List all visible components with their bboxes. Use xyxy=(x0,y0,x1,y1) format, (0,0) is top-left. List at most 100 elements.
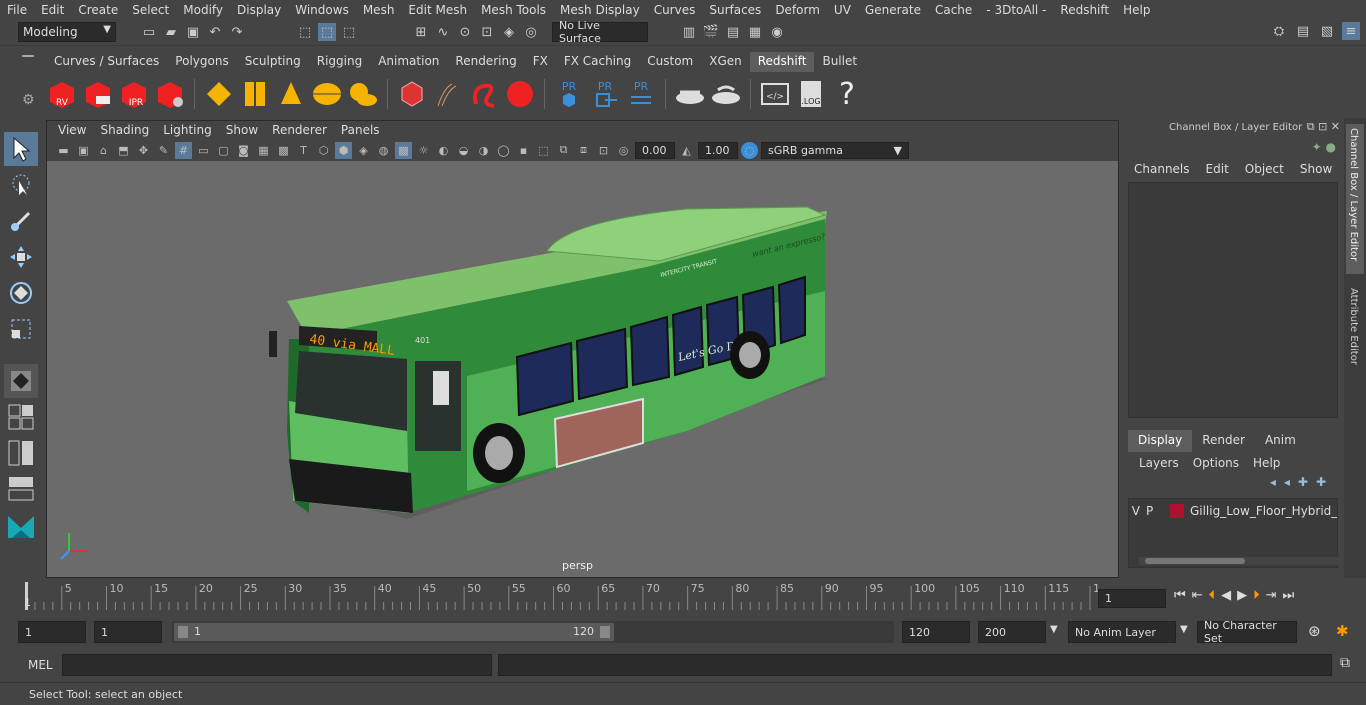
render-settings-icon[interactable]: ▦ xyxy=(746,23,764,41)
layout-outliner-icon[interactable] xyxy=(4,472,38,506)
new-scene-icon[interactable]: ▭ xyxy=(140,23,158,41)
rs-proxy-icon[interactable] xyxy=(396,78,428,110)
tab-fx[interactable]: FX xyxy=(525,52,556,72)
panel-controls-icon[interactable]: ⧉ ⊡ ✕ xyxy=(1307,120,1340,134)
go-to-start-icon[interactable]: ⏮ xyxy=(1174,588,1186,603)
workspace-icon[interactable]: ⛭ xyxy=(1270,22,1288,40)
mel-command-input[interactable] xyxy=(62,654,492,676)
layout-single-icon[interactable] xyxy=(4,400,38,434)
wireframe-icon[interactable]: ⬡ xyxy=(315,142,332,159)
redshift-settings-icon[interactable] xyxy=(154,78,186,110)
redshift-render-icon[interactable] xyxy=(82,78,114,110)
tab-curves-surfaces[interactable]: Curves / Surfaces xyxy=(46,52,167,72)
layers-menu[interactable]: Layers xyxy=(1139,456,1179,470)
show-menu[interactable]: Show xyxy=(1300,162,1332,176)
help-icon[interactable]: ? xyxy=(831,77,863,112)
select-object-icon[interactable]: ⬚ xyxy=(318,23,336,41)
rs-sun-sky-icon[interactable] xyxy=(347,78,379,110)
current-frame-field[interactable]: 1 xyxy=(1098,589,1166,608)
menu-mesh-display[interactable]: Mesh Display xyxy=(553,3,647,17)
render-frame-icon[interactable]: 🎬 xyxy=(702,23,720,41)
script-editor-icon[interactable]: ⧉ xyxy=(1340,655,1350,671)
auto-key-icon[interactable]: ⊛ xyxy=(1308,622,1321,640)
scene-end-field[interactable]: 200 xyxy=(978,621,1046,643)
redshift-render-view-icon[interactable]: RV xyxy=(46,78,78,110)
menu-generate[interactable]: Generate xyxy=(858,3,928,17)
chevron-down-icon[interactable]: ▼ xyxy=(1050,624,1058,635)
menu-edit[interactable]: Edit xyxy=(34,3,71,17)
menu-modify[interactable]: Modify xyxy=(176,3,230,17)
exposure-field[interactable]: 0.00 xyxy=(635,141,675,159)
snap-curve-icon[interactable]: ∿ xyxy=(434,23,452,41)
layer-color-swatch[interactable] xyxy=(1170,504,1184,518)
snap-grid-icon[interactable]: ⊞ xyxy=(412,23,430,41)
character-set-dropdown[interactable]: No Character Set xyxy=(1197,619,1297,645)
menu-display[interactable]: Display xyxy=(230,3,288,17)
shadows-icon[interactable]: ◐ xyxy=(435,142,452,159)
menu-mesh-tools[interactable]: Mesh Tools xyxy=(474,3,553,17)
mel-label[interactable]: MEL xyxy=(28,658,53,672)
safe-action-icon[interactable]: ▩ xyxy=(275,142,292,159)
layer-arrows-icon[interactable]: ◂◂✚✚ xyxy=(1270,475,1334,489)
camera-lock-icon[interactable]: ▣ xyxy=(75,142,92,159)
rs-light-area-icon[interactable] xyxy=(203,78,235,110)
rs-light-dome-icon[interactable] xyxy=(311,78,343,110)
layer-playback[interactable]: P xyxy=(1143,504,1157,518)
safe-title-icon[interactable]: T xyxy=(295,142,312,159)
edit-menu[interactable]: Edit xyxy=(1206,162,1229,176)
snap-live-icon[interactable]: ◎ xyxy=(522,23,540,41)
exposure-icon[interactable]: ◎ xyxy=(615,142,632,159)
smooth-shade-icon[interactable]: ⬢ xyxy=(335,141,352,159)
use-all-lights-icon[interactable]: ☼ xyxy=(415,142,432,159)
menu-curves[interactable]: Curves xyxy=(647,3,703,17)
open-scene-icon[interactable]: ▰ xyxy=(162,23,180,41)
layer-visibility[interactable]: V xyxy=(1129,504,1143,518)
wireframe-on-shaded-icon[interactable]: ◈ xyxy=(355,142,372,159)
tab-fx-caching[interactable]: FX Caching xyxy=(556,52,639,72)
tab-xgen[interactable]: XGen xyxy=(701,52,750,72)
play-backward-icon[interactable]: ◀ xyxy=(1221,588,1231,603)
anti-aliasing-icon[interactable]: ◯ xyxy=(495,142,512,159)
two-d-pan-icon[interactable]: ✥ xyxy=(135,142,152,159)
viewport-menu-renderer[interactable]: Renderer xyxy=(265,123,334,137)
xray-icon[interactable]: ⧉ xyxy=(555,142,572,159)
motion-blur-icon[interactable]: ◑ xyxy=(475,142,492,159)
layer-row[interactable]: V P Gillig_Low_Floor_Hybrid_Bus xyxy=(1129,501,1337,521)
toggle-panel-icon[interactable]: ▤ xyxy=(1294,22,1312,40)
textured-icon[interactable]: ▩ xyxy=(395,141,412,159)
range-handle-start[interactable] xyxy=(178,626,188,638)
go-to-end-icon[interactable]: ⏭ xyxy=(1283,588,1295,603)
grid-icon[interactable]: # xyxy=(175,141,192,159)
layout-icon[interactable]: ▧ xyxy=(1318,22,1336,40)
tab-polygons[interactable]: Polygons xyxy=(167,52,236,72)
color-space-dropdown[interactable]: sGRB gamma ▼ xyxy=(761,141,909,159)
image-plane-icon[interactable]: ⬒ xyxy=(115,142,132,159)
depth-of-field-icon[interactable]: ▪ xyxy=(515,142,532,159)
viewport-scene[interactable]: 40 via MALL 401 Let's Go Dash INTERCITY … xyxy=(47,161,1118,577)
menu-select[interactable]: Select xyxy=(125,3,176,17)
render-view-icon[interactable]: ▥ xyxy=(680,23,698,41)
range-handle-end[interactable] xyxy=(600,626,610,638)
gear-icon[interactable]: ⚙ xyxy=(22,92,35,108)
snap-view-icon[interactable]: ⊡ xyxy=(478,23,496,41)
resolution-gate-icon[interactable]: ▢ xyxy=(215,142,232,159)
object-menu[interactable]: Object xyxy=(1245,162,1284,176)
live-surface-field[interactable]: No Live Surface xyxy=(552,19,648,45)
options-menu[interactable]: Options xyxy=(1193,456,1239,470)
menu-redshift[interactable]: Redshift xyxy=(1053,3,1116,17)
scene-start-field[interactable]: 1 xyxy=(18,621,86,643)
layer-help-menu[interactable]: Help xyxy=(1253,456,1280,470)
pr-export-icon[interactable]: PR xyxy=(589,78,621,110)
tab-channel-box-layer-editor[interactable]: Channel Box / Layer Editor xyxy=(1346,124,1364,274)
menu-help[interactable]: Help xyxy=(1116,3,1157,17)
menu-file[interactable]: File xyxy=(0,3,34,17)
viewport-menu-panels[interactable]: Panels xyxy=(334,123,387,137)
rs-light-portal-icon[interactable] xyxy=(239,78,271,110)
hypershade-icon[interactable]: ◉ xyxy=(768,23,786,41)
color-management-icon[interactable]: ◌ xyxy=(741,141,758,159)
play-forward-icon[interactable]: ▶ xyxy=(1237,588,1247,603)
anim-layer-dropdown[interactable]: No Anim Layer xyxy=(1068,621,1176,643)
ambient-occlusion-icon[interactable]: ◒ xyxy=(455,142,472,159)
xray-joints-icon[interactable]: ⧈ xyxy=(575,142,592,159)
snap-surface-icon[interactable]: ◈ xyxy=(500,23,518,41)
